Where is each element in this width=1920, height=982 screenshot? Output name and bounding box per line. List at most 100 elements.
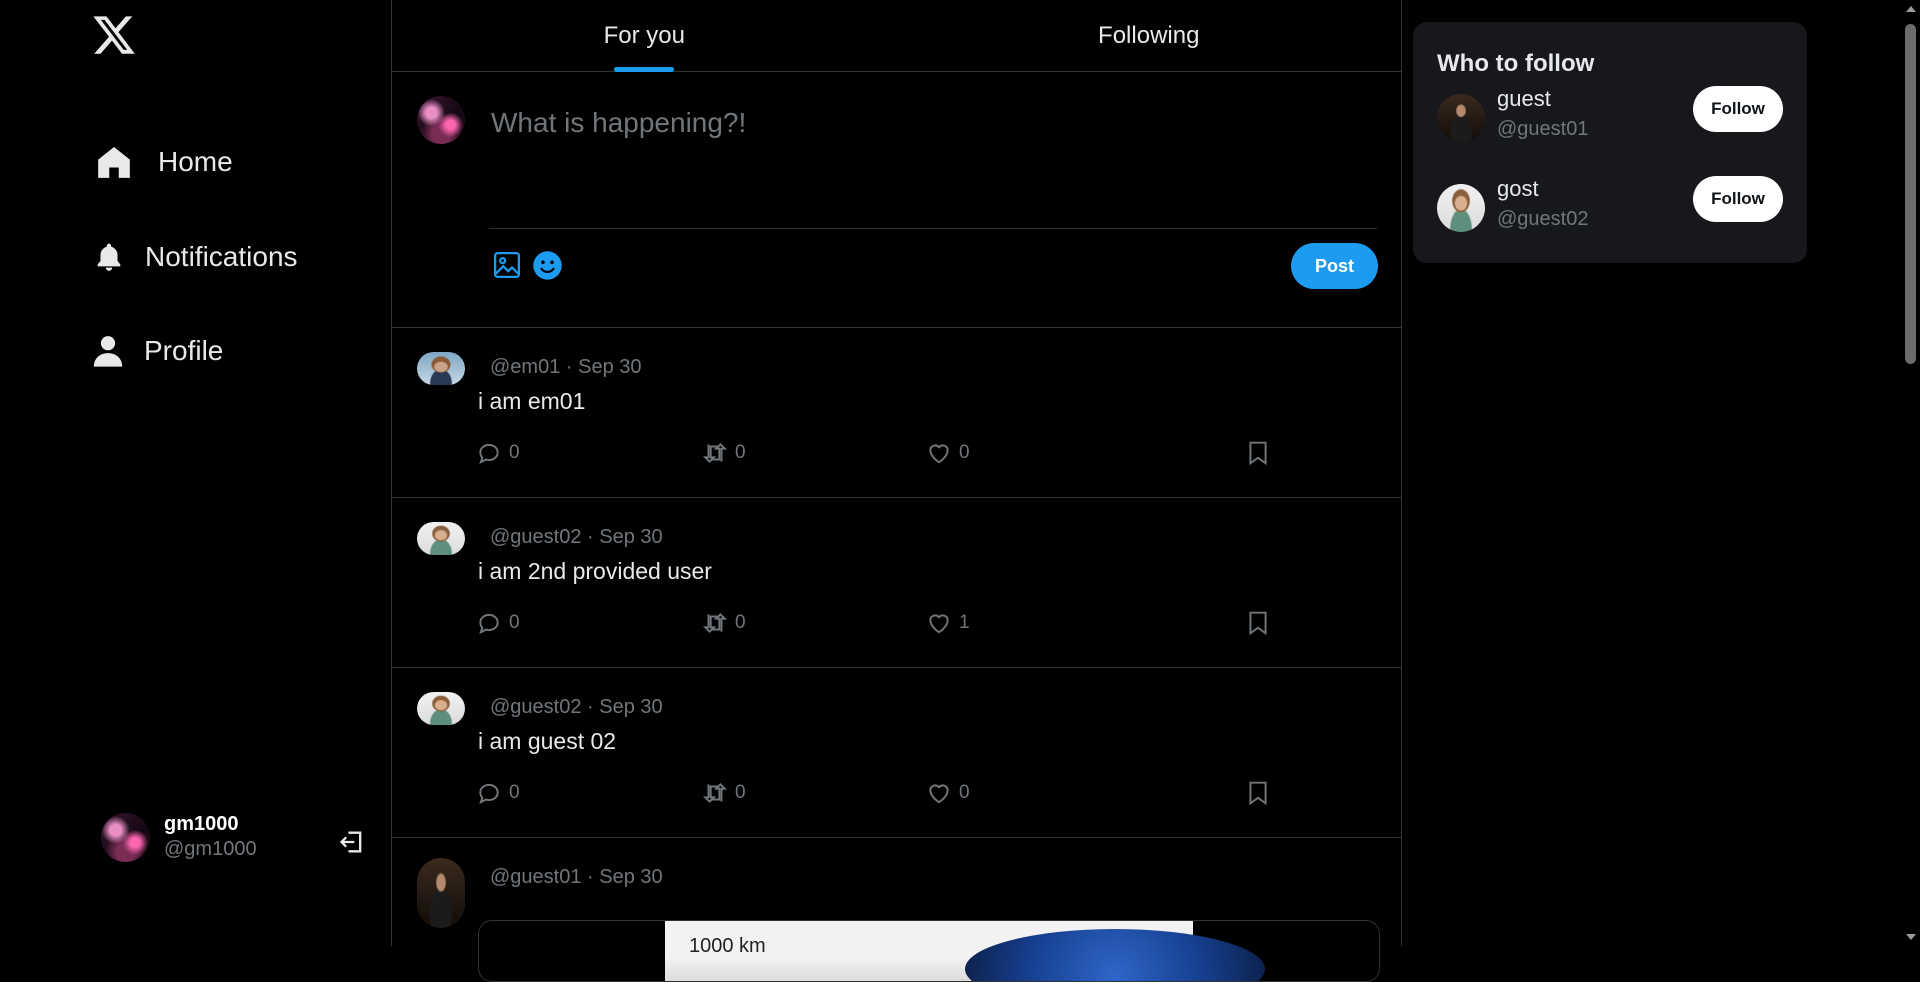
reply-icon: [479, 783, 499, 805]
main-timeline: For you Following Post @em01 · Sep 30 i …: [391, 0, 1402, 982]
repost-button[interactable]: 0: [702, 440, 746, 466]
tweet-media[interactable]: 1000 km: [478, 920, 1380, 982]
nav-profile-label: Profile: [144, 335, 224, 366]
bookmark-icon: [1249, 441, 1267, 466]
suggestion-name[interactable]: gost: [1497, 176, 1539, 202]
reply-button[interactable]: 0: [476, 780, 520, 806]
reply-count: 0: [509, 442, 520, 463]
nav-notifications[interactable]: Notifications: [93, 240, 298, 274]
tab-for-you-label: For you: [603, 22, 685, 49]
reply-button[interactable]: 0: [476, 440, 520, 466]
divider: [489, 228, 1377, 229]
image-icon[interactable]: [492, 250, 522, 280]
tweet-date: Sep 30: [599, 526, 663, 548]
repost-count: 0: [735, 442, 746, 463]
repost-icon: [702, 782, 728, 804]
account-handle: @gm1000: [164, 838, 257, 860]
left-sidebar: Home Notifications Profile gm1000 @gm100…: [0, 0, 391, 946]
tweet-image: 1000 km: [665, 921, 1265, 981]
avatar: [417, 96, 465, 144]
bookmark-button[interactable]: [1245, 780, 1271, 806]
tab-for-you[interactable]: For you: [392, 0, 897, 72]
tweet[interactable]: @em01 · Sep 30 i am em01 0 0 0: [392, 328, 1401, 498]
tweet-date: Sep 30: [599, 696, 663, 718]
like-button[interactable]: 0: [926, 440, 970, 466]
bookmark-button[interactable]: [1245, 440, 1271, 466]
like-count: 0: [959, 442, 970, 463]
compose-input[interactable]: [489, 102, 1373, 144]
follow-button[interactable]: Follow: [1693, 176, 1783, 222]
avatar[interactable]: [1437, 94, 1485, 142]
tab-following-label: Following: [1098, 22, 1200, 49]
tweet-handle[interactable]: @guest02: [490, 696, 581, 718]
repost-button[interactable]: 0: [702, 780, 746, 806]
avatar[interactable]: [1437, 184, 1485, 232]
like-button[interactable]: 0: [926, 780, 970, 806]
heart-icon: [929, 784, 949, 804]
nav-home[interactable]: Home: [95, 143, 233, 181]
repost-count: 0: [735, 782, 746, 803]
repost-icon: [702, 612, 728, 634]
heart-icon: [929, 614, 949, 634]
reply-icon: [479, 613, 499, 635]
avatar: [101, 812, 150, 862]
avatar[interactable]: [417, 352, 465, 385]
logout-icon[interactable]: [338, 828, 366, 856]
reply-count: 0: [509, 612, 520, 633]
emoji-icon[interactable]: [532, 250, 563, 281]
suggestion-handle: @guest01: [1497, 118, 1589, 140]
tweet-text: i am em01: [478, 388, 586, 414]
nav-profile[interactable]: Profile: [91, 333, 223, 369]
avatar[interactable]: [417, 692, 465, 725]
follow-suggestion[interactable]: gost @guest02 Follow: [1437, 176, 1783, 244]
scroll-up-arrow[interactable]: [1906, 6, 1916, 12]
avatar[interactable]: [417, 858, 465, 928]
repost-icon: [702, 442, 728, 464]
tweet[interactable]: @guest02 · Sep 30 i am guest 02 0 0 0: [392, 668, 1401, 838]
tweet[interactable]: @guest01 · Sep 30 1000 km: [392, 838, 1401, 982]
avatar[interactable]: [417, 522, 465, 555]
post-button[interactable]: Post: [1291, 243, 1378, 289]
who-to-follow-panel: Who to follow guest @guest01 Follow gost…: [1413, 22, 1807, 263]
tweet[interactable]: @guest02 · Sep 30 i am 2nd provided user…: [392, 498, 1401, 668]
x-logo-icon[interactable]: [91, 12, 137, 58]
repost-count: 0: [735, 612, 746, 633]
globe-image: [965, 929, 1265, 981]
reply-count: 0: [509, 782, 520, 803]
bookmark-button[interactable]: [1245, 610, 1271, 636]
tab-following[interactable]: Following: [897, 0, 1402, 71]
like-button[interactable]: 1: [926, 610, 970, 636]
tweet-handle[interactable]: @guest02: [490, 526, 581, 548]
bookmark-icon: [1249, 781, 1267, 806]
page-scrollbar[interactable]: [1901, 0, 1920, 946]
account-name: gm1000: [164, 813, 239, 835]
follow-suggestion[interactable]: guest @guest01 Follow: [1437, 86, 1783, 154]
suggestion-handle: @guest02: [1497, 208, 1589, 230]
panel-title: Who to follow: [1437, 50, 1595, 77]
tweet-meta: @guest02 · Sep 30: [490, 526, 663, 548]
tweet-composer: Post: [392, 72, 1401, 328]
tweet-date: Sep 30: [599, 866, 663, 888]
tweet-text: i am guest 02: [478, 728, 617, 754]
heart-icon: [929, 444, 949, 464]
like-count: 1: [959, 612, 970, 633]
tweet-handle[interactable]: @em01: [490, 356, 560, 378]
reply-icon: [479, 443, 499, 465]
suggestion-name[interactable]: guest: [1497, 86, 1551, 112]
tweet-actions: 0 0 1: [476, 610, 1378, 640]
nav-notifications-label: Notifications: [145, 241, 298, 272]
reply-button[interactable]: 0: [476, 610, 520, 636]
tweet-handle[interactable]: @guest01: [490, 866, 581, 888]
scroll-thumb[interactable]: [1905, 24, 1916, 364]
tweet-meta: @guest01 · Sep 30: [490, 866, 663, 888]
like-count: 0: [959, 782, 970, 803]
tweet-date: Sep 30: [578, 356, 642, 378]
nav-home-label: Home: [158, 146, 233, 177]
follow-button[interactable]: Follow: [1693, 86, 1783, 132]
repost-button[interactable]: 0: [702, 610, 746, 636]
timeline-tabs: For you Following: [392, 0, 1401, 72]
account-switcher[interactable]: gm1000 @gm1000: [101, 812, 257, 862]
scroll-down-arrow[interactable]: [1906, 934, 1916, 940]
feed: @em01 · Sep 30 i am em01 0 0 0 @guest02 …: [392, 328, 1401, 982]
tweet-text: i am 2nd provided user: [478, 558, 712, 584]
